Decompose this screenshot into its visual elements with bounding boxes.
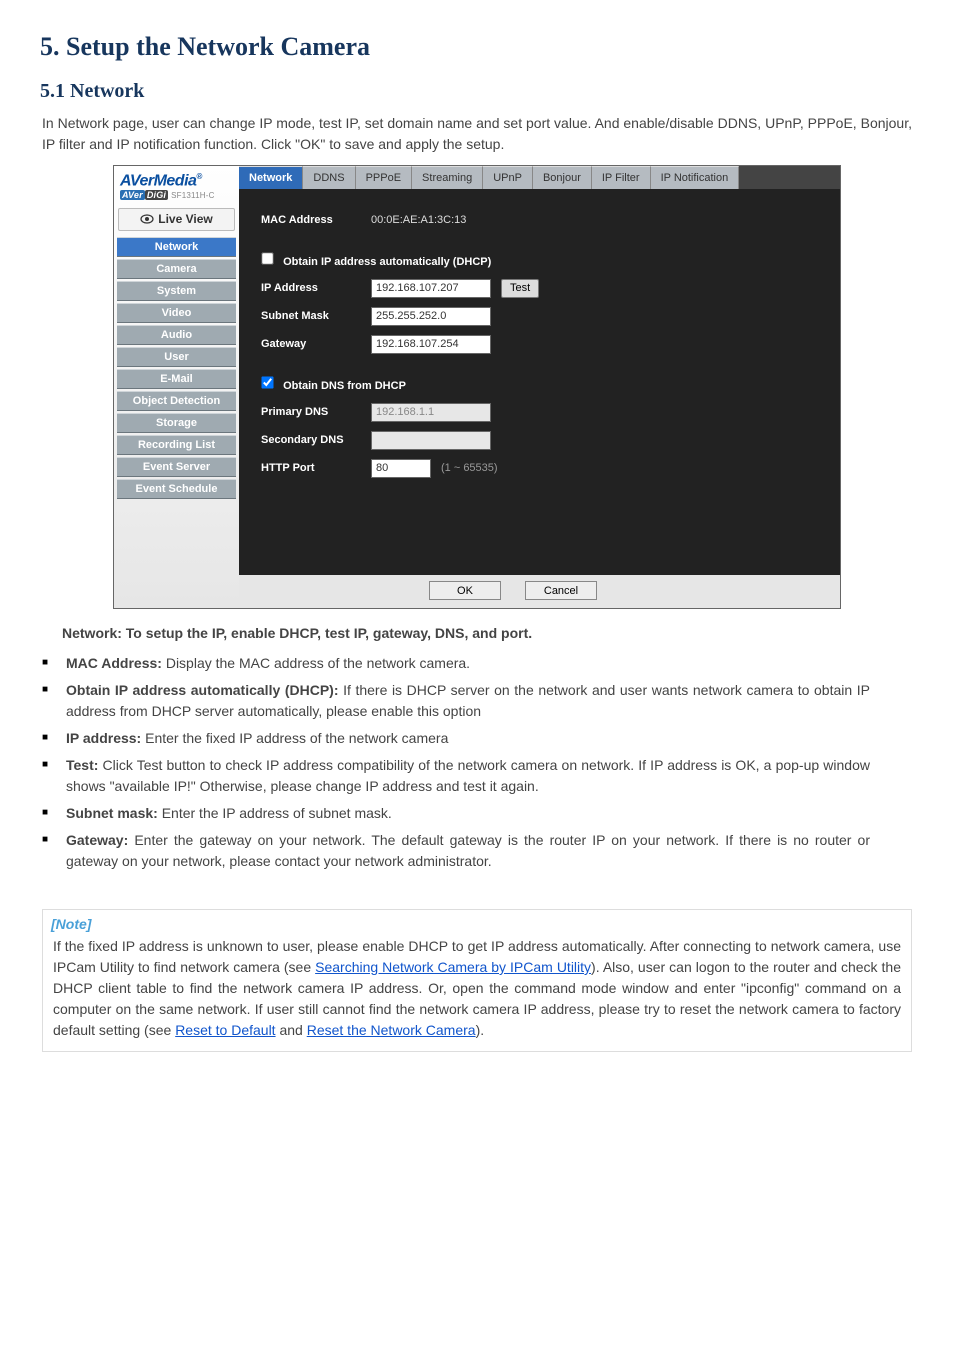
bullet-icon: ■ xyxy=(42,755,56,797)
mac-value: 00:0E:AE:A1:3C:13 xyxy=(371,214,466,226)
link-reset-default[interactable]: Reset to Default xyxy=(175,1022,275,1038)
ip-input[interactable] xyxy=(371,279,491,298)
note-box: [Note] If the fixed IP address is unknow… xyxy=(42,909,912,1052)
secondary-dns-input xyxy=(371,431,491,450)
sidebar-item-event-server[interactable]: Event Server xyxy=(117,457,236,477)
dns-dhcp-checkbox[interactable] xyxy=(261,376,273,388)
http-port-input[interactable] xyxy=(371,459,431,478)
tab-ip-filter[interactable]: IP Filter xyxy=(592,166,651,189)
primary-dns-input xyxy=(371,403,491,422)
subsection-title: 5.1 Network xyxy=(0,66,954,109)
cancel-button[interactable]: Cancel xyxy=(525,581,597,600)
ip-label: IP Address xyxy=(261,282,371,294)
footer-buttons: OK Cancel xyxy=(239,575,840,608)
primary-dns-label: Primary DNS xyxy=(261,406,371,418)
section-title: 5. Setup the Network Camera xyxy=(0,0,954,66)
bullet-test: Test: Click Test button to check IP addr… xyxy=(66,755,912,797)
bullet-subnet: Subnet mask: Enter the IP address of sub… xyxy=(66,803,912,824)
secondary-dns-label: Secondary DNS xyxy=(261,434,371,446)
bullet-icon: ■ xyxy=(42,803,56,824)
sidebar-item-recording-list[interactable]: Recording List xyxy=(117,435,236,455)
subnet-label: Subnet Mask xyxy=(261,310,371,322)
sidebar: AVerMedia® AVerDiGiSF1311H-C Live View N… xyxy=(114,166,239,608)
sidebar-item-event-schedule[interactable]: Event Schedule xyxy=(117,479,236,499)
sidebar-item-email[interactable]: E-Mail xyxy=(117,369,236,389)
test-button[interactable]: Test xyxy=(501,279,539,298)
note-body: If the fixed IP address is unknown to us… xyxy=(43,934,911,1051)
dns-dhcp-label: Obtain DNS from DHCP xyxy=(283,380,406,392)
tab-streaming[interactable]: Streaming xyxy=(412,166,483,189)
bullet-list: ■ MAC Address: Display the MAC address of… xyxy=(0,644,954,881)
bullet-dhcp: Obtain IP address automatically (DHCP): … xyxy=(66,680,912,722)
tab-ip-notification[interactable]: IP Notification xyxy=(651,166,740,189)
gateway-input[interactable] xyxy=(371,335,491,354)
bullet-mac: MAC Address: Display the MAC address of … xyxy=(66,653,912,674)
link-reset-camera[interactable]: Reset the Network Camera xyxy=(307,1022,476,1038)
dhcp-checkbox[interactable] xyxy=(261,252,273,264)
dhcp-label: Obtain IP address automatically (DHCP) xyxy=(283,256,491,268)
sidebar-item-system[interactable]: System xyxy=(117,281,236,301)
bullet-icon: ■ xyxy=(42,728,56,749)
gateway-label: Gateway xyxy=(261,338,371,350)
note-heading: [Note] xyxy=(43,910,911,934)
sidebar-item-storage[interactable]: Storage xyxy=(117,413,236,433)
network-settings-screenshot: AVerMedia® AVerDiGiSF1311H-C Live View N… xyxy=(113,165,841,609)
sidebar-nav: Network Camera System Video Audio User E… xyxy=(114,235,239,499)
mac-label: MAC Address xyxy=(261,214,371,226)
port-range-hint: (1 ~ 65535) xyxy=(441,462,498,474)
tab-network[interactable]: Network xyxy=(239,166,303,189)
sidebar-item-audio[interactable]: Audio xyxy=(117,325,236,345)
bullet-icon: ■ xyxy=(42,680,56,722)
eye-icon xyxy=(140,213,154,227)
live-view-button[interactable]: Live View xyxy=(118,208,235,231)
sidebar-item-video[interactable]: Video xyxy=(117,303,236,323)
tab-ddns[interactable]: DDNS xyxy=(303,166,355,189)
bullet-icon: ■ xyxy=(42,653,56,674)
network-subtitle: Network: To setup the IP, enable DHCP, t… xyxy=(62,625,532,641)
tab-bonjour[interactable]: Bonjour xyxy=(533,166,592,189)
link-ipcam-utility[interactable]: Searching Network Camera by IPCam Utilit… xyxy=(315,959,591,975)
http-port-label: HTTP Port xyxy=(261,462,371,474)
subnet-input[interactable] xyxy=(371,307,491,326)
tab-pppoe[interactable]: PPPoE xyxy=(356,166,412,189)
tab-upnp[interactable]: UPnP xyxy=(483,166,533,189)
ok-button[interactable]: OK xyxy=(429,581,501,600)
bullet-ip: IP address: Enter the fixed IP address o… xyxy=(66,728,912,749)
brand-logo: AVerMedia® AVerDiGiSF1311H-C xyxy=(114,166,239,202)
sidebar-item-user[interactable]: User xyxy=(117,347,236,367)
sidebar-item-camera[interactable]: Camera xyxy=(117,259,236,279)
sidebar-item-object-detection[interactable]: Object Detection xyxy=(117,391,236,411)
main-panel: Network DDNS PPPoE Streaming UPnP Bonjou… xyxy=(239,166,840,575)
sidebar-item-network[interactable]: Network xyxy=(117,237,236,257)
bullet-icon: ■ xyxy=(42,830,56,872)
intro-paragraph: In Network page, user can change IP mode… xyxy=(0,109,954,159)
tab-bar: Network DDNS PPPoE Streaming UPnP Bonjou… xyxy=(239,166,840,189)
bullet-gateway: Gateway: Enter the gateway on your netwo… xyxy=(66,830,912,872)
